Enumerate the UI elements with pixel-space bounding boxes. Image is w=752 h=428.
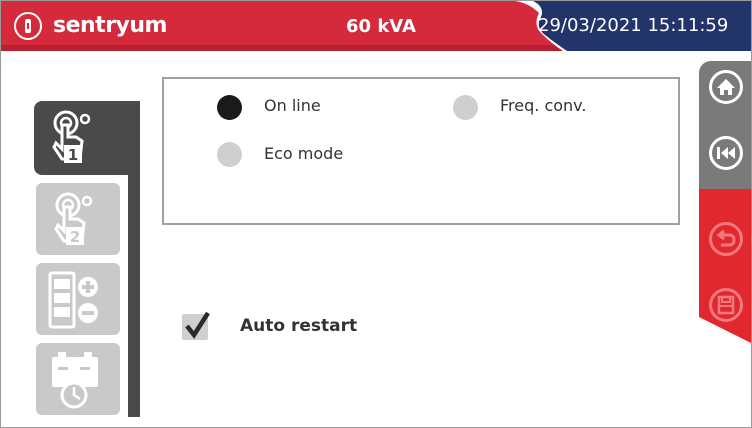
svg-text:1: 1 bbox=[68, 146, 78, 164]
auto-restart-checkbox[interactable] bbox=[182, 311, 210, 340]
undo-icon bbox=[716, 229, 736, 247]
radio-eco-mode[interactable] bbox=[217, 142, 242, 167]
home-icon bbox=[717, 79, 735, 95]
radio-freq-conv[interactable] bbox=[453, 95, 478, 120]
brand-name: sentryum bbox=[53, 13, 167, 38]
radio-eco-mode-label: Eco mode bbox=[264, 144, 344, 163]
operating-mode-panel: On line Freq. conv. Eco mode bbox=[162, 77, 680, 225]
hand-touch-1-icon: 1 bbox=[52, 110, 91, 164]
radio-online-label: On line bbox=[264, 96, 321, 115]
power-rating: 60 kVA bbox=[346, 16, 416, 37]
nav-item-battery-settings[interactable] bbox=[36, 263, 120, 335]
hand-touch-2-icon: 2 bbox=[54, 192, 93, 246]
save-button[interactable] bbox=[709, 288, 743, 322]
save-icon bbox=[717, 295, 735, 315]
radio-online[interactable] bbox=[217, 95, 242, 120]
battery-clock-icon bbox=[52, 352, 98, 409]
ups-screen: sentryum 60 kVA 29/03/2021 15:11:59 1 2 bbox=[0, 0, 752, 428]
nav-item-battery-test[interactable] bbox=[36, 343, 120, 415]
undo-button[interactable] bbox=[709, 222, 743, 256]
rewind-button[interactable] bbox=[709, 136, 743, 170]
datetime-display: 29/03/2021 15:11:59 bbox=[538, 15, 729, 36]
nav-item-operating-mode[interactable]: 1 bbox=[34, 101, 140, 175]
rewind-icon bbox=[717, 147, 735, 159]
radio-freq-conv-label: Freq. conv. bbox=[500, 96, 587, 115]
home-button[interactable] bbox=[709, 70, 743, 104]
svg-text:2: 2 bbox=[70, 228, 80, 246]
battery-plus-minus-icon bbox=[48, 271, 98, 329]
nav-item-settings-2[interactable]: 2 bbox=[36, 183, 120, 255]
auto-restart-label: Auto restart bbox=[240, 316, 358, 336]
brand-logo-icon bbox=[14, 12, 42, 40]
checkmark-icon bbox=[185, 311, 210, 339]
